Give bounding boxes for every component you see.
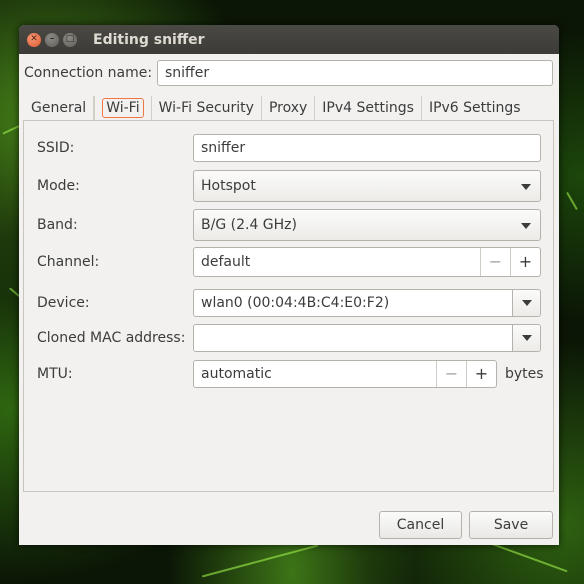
tab-general[interactable]: General — [24, 96, 95, 121]
mtu-unit-label: bytes — [505, 366, 544, 382]
background-streak — [201, 544, 319, 578]
channel-input[interactable]: default — [194, 248, 480, 276]
chevron-down-icon — [521, 184, 531, 190]
tab-label: IPv6 Settings — [428, 100, 521, 116]
edit-connection-window: ✕ – □ Editing sniffer Connection name: s… — [19, 25, 559, 545]
tab-bar: General Wi-Fi Wi-Fi Security Proxy IPv4 … — [24, 94, 528, 121]
tab-wifi[interactable]: Wi-Fi — [94, 96, 152, 121]
tab-ipv6-settings[interactable]: IPv6 Settings — [422, 96, 528, 121]
tab-wifi-security[interactable]: Wi-Fi Security — [152, 96, 262, 121]
band-label: Band: — [37, 217, 78, 233]
tab-label: General — [31, 100, 87, 116]
channel-spinbox: default − + — [193, 247, 541, 277]
title-bar[interactable]: ✕ – □ Editing sniffer — [19, 25, 559, 54]
cloned-mac-label: Cloned MAC address: — [37, 330, 186, 346]
mode-value: Hotspot — [201, 178, 256, 194]
save-button[interactable]: Save — [469, 511, 553, 539]
ssid-input[interactable]: sniffer — [193, 134, 541, 162]
channel-increment-button[interactable]: + — [510, 248, 540, 276]
device-row: Device: wlan0 (00:04:4B:C4:E0:F2) — [37, 289, 541, 317]
band-value: B/G (2.4 GHz) — [201, 217, 297, 233]
mtu-increment-button[interactable]: + — [466, 361, 496, 387]
mode-select[interactable]: Hotspot — [193, 170, 541, 202]
channel-label: Channel: — [37, 254, 100, 270]
maximize-icon[interactable]: □ — [63, 32, 77, 47]
mode-label: Mode: — [37, 178, 80, 194]
close-icon[interactable]: ✕ — [27, 32, 41, 47]
tab-label: Proxy — [268, 100, 308, 116]
cloned-mac-input[interactable] — [194, 325, 512, 351]
band-row: Band: B/G (2.4 GHz) — [37, 209, 541, 241]
mtu-decrement-button[interactable]: − — [436, 361, 466, 387]
mtu-spinbox: automatic − + — [193, 360, 497, 388]
channel-decrement-button[interactable]: − — [480, 248, 510, 276]
device-combo: wlan0 (00:04:4B:C4:E0:F2) — [193, 289, 541, 317]
connection-name-row: Connection name: sniffer — [24, 60, 553, 86]
cloned-mac-combo — [193, 324, 541, 352]
mtu-label: MTU: — [37, 366, 73, 382]
tab-proxy[interactable]: Proxy — [262, 96, 316, 121]
chevron-down-icon — [522, 300, 532, 306]
mode-row: Mode: Hotspot — [37, 170, 541, 202]
ssid-row: SSID: sniffer — [37, 134, 541, 162]
cancel-button[interactable]: Cancel — [379, 511, 462, 539]
tab-label: IPv4 Settings — [322, 100, 414, 116]
chevron-down-icon — [521, 223, 531, 229]
device-label: Device: — [37, 295, 90, 311]
connection-name-label: Connection name: — [24, 65, 153, 81]
wifi-settings-panel: SSID: sniffer Mode: Hotspot Band: B/G (2… — [23, 120, 554, 492]
tab-ipv4-settings[interactable]: IPv4 Settings — [315, 96, 422, 121]
device-dropdown-button[interactable] — [512, 290, 540, 316]
minimize-icon[interactable]: – — [45, 32, 59, 47]
mtu-input[interactable]: automatic — [194, 361, 436, 387]
device-input[interactable]: wlan0 (00:04:4B:C4:E0:F2) — [194, 290, 512, 316]
background-streak — [566, 191, 578, 211]
cloned-mac-row: Cloned MAC address: — [37, 324, 541, 352]
tab-label: Wi-Fi Security — [158, 100, 254, 116]
channel-row: Channel: default − + — [37, 247, 541, 277]
tab-label: Wi-Fi — [102, 98, 144, 118]
mtu-row: MTU: automatic − + bytes — [37, 360, 544, 388]
band-select[interactable]: B/G (2.4 GHz) — [193, 209, 541, 241]
ssid-label: SSID: — [37, 140, 75, 156]
chevron-down-icon — [522, 335, 532, 341]
connection-name-input[interactable]: sniffer — [157, 60, 553, 86]
cloned-mac-dropdown-button[interactable] — [512, 325, 540, 351]
window-title: Editing sniffer — [93, 31, 205, 48]
